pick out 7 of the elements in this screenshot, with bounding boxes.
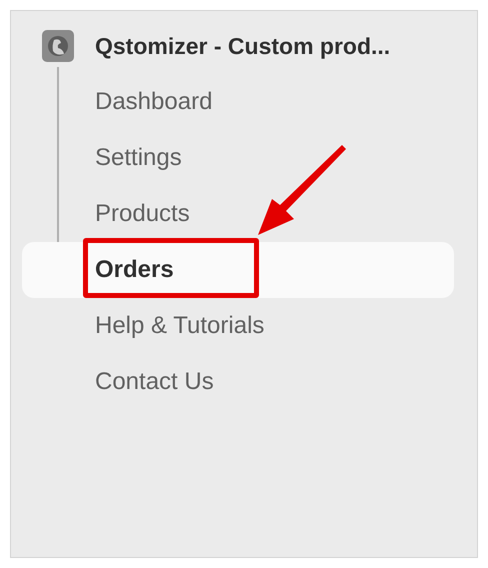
nav-item[interactable]: Settings <box>22 130 454 186</box>
app-title[interactable]: Qstomizer - Custom prod... <box>95 32 390 60</box>
nav-item[interactable]: Dashboard <box>22 74 454 130</box>
nav-item[interactable]: Help & Tutorials <box>22 298 454 354</box>
nav-item[interactable]: Contact Us <box>22 354 454 410</box>
app-logo-icon <box>42 30 74 62</box>
nav-item[interactable]: Products <box>22 186 454 242</box>
